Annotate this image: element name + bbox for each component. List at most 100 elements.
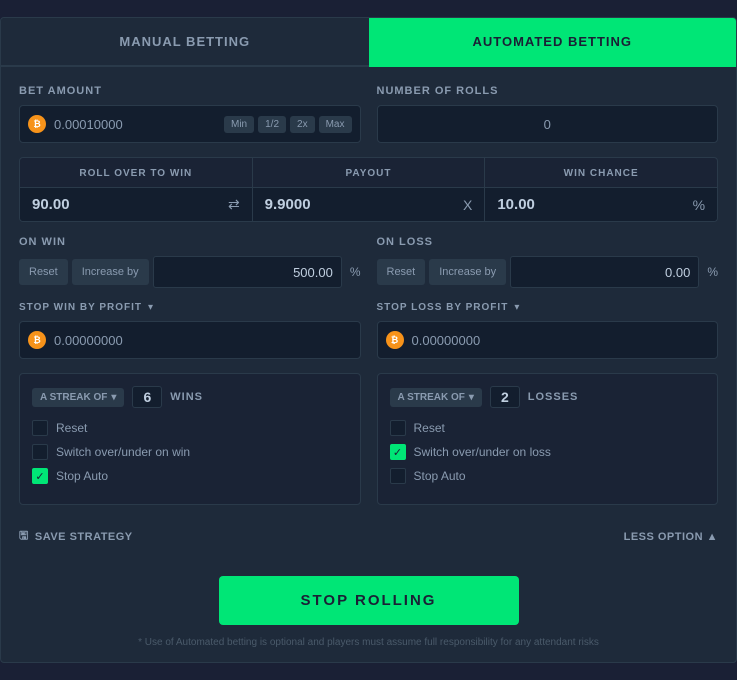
payout-value-row: 9.9000 X [253, 187, 485, 221]
streak-losses-checkbox-switch-row: Switch over/under on loss [390, 444, 706, 460]
bet-amount-buttons: Min 1/2 2x Max [224, 116, 352, 133]
stop-win-chevron-icon[interactable]: ▾ [148, 302, 153, 313]
payout-value: 9.9000 [265, 196, 311, 213]
win-chance-label: WIN CHANCE [564, 158, 639, 187]
streak-losses-reset-checkbox[interactable] [390, 420, 406, 436]
streak-wins-number[interactable]: 6 [132, 386, 162, 408]
on-loss-col: ON LOSS Reset Increase by 0.00 % [377, 236, 719, 288]
tab-auto[interactable]: AUTOMATED BETTING [369, 18, 737, 67]
streak-wins-checkbox-stop-row: Stop Auto [32, 468, 348, 484]
top-row: BET AMOUNT ₿ 0.00010000 Min 1/2 2x Max N… [19, 85, 718, 143]
stop-loss-btc-icon: ₿ [386, 331, 404, 349]
streak-wins-dropdown-label: A STREAK OF [40, 392, 107, 403]
streak-wins-checkbox-reset-row: Reset [32, 420, 348, 436]
on-win-suffix: % [350, 265, 361, 279]
max-button[interactable]: Max [319, 116, 352, 133]
on-loss-value: 0.00 [665, 265, 690, 280]
streak-row: A STREAK OF ▾ 6 WINS Reset Switch over/u… [19, 373, 718, 505]
less-option-label: LESS OPTION ▲ [624, 531, 718, 543]
streak-losses-col: A STREAK OF ▾ 2 LOSSES Reset Switch over… [377, 373, 719, 505]
triple-row: ROLL OVER TO WIN 90.00 ⇄ PAYOUT 9.9000 X… [19, 157, 718, 222]
bet-amount-col: BET AMOUNT ₿ 0.00010000 Min 1/2 2x Max [19, 85, 361, 143]
number-of-rolls-input[interactable]: 0 [377, 105, 719, 143]
double-button[interactable]: 2x [290, 116, 315, 133]
roll-over-label: ROLL OVER TO WIN [79, 158, 192, 187]
streak-wins-header: A STREAK OF ▾ 6 WINS [32, 386, 348, 408]
main-content: BET AMOUNT ₿ 0.00010000 Min 1/2 2x Max N… [1, 67, 736, 568]
on-win-value: 500.00 [293, 265, 333, 280]
roll-over-value: 90.00 [32, 196, 70, 213]
win-loss-row: ON WIN Reset Increase by 500.00 % ON LOS… [19, 236, 718, 288]
streak-losses-number[interactable]: 2 [490, 386, 520, 408]
streak-losses-dropdown-label: A STREAK OF [398, 392, 465, 403]
on-loss-controls: Reset Increase by 0.00 % [377, 256, 719, 288]
on-win-reset-button[interactable]: Reset [19, 259, 68, 285]
streak-wins-col: A STREAK OF ▾ 6 WINS Reset Switch over/u… [19, 373, 361, 505]
streak-wins-checkbox-switch-row: Switch over/under on win [32, 444, 348, 460]
stop-win-btc-icon: ₿ [28, 331, 46, 349]
streak-wins-dropdown[interactable]: A STREAK OF ▾ [32, 388, 124, 407]
streak-wins-type: WINS [170, 391, 203, 403]
roll-over-value-row: 90.00 ⇄ [20, 187, 252, 221]
stop-win-value: 0.00000000 [54, 333, 352, 348]
streak-wins-switch-checkbox[interactable] [32, 444, 48, 460]
streak-wins-stop-checkbox[interactable] [32, 468, 48, 484]
stop-loss-value: 0.00000000 [412, 333, 710, 348]
streak-wins-reset-checkbox[interactable] [32, 420, 48, 436]
roll-over-section: ROLL OVER TO WIN 90.00 ⇄ [20, 158, 252, 221]
streak-losses-header: A STREAK OF ▾ 2 LOSSES [390, 386, 706, 408]
payout-section: PAYOUT 9.9000 X [253, 158, 485, 221]
on-loss-increase-button[interactable]: Increase by [429, 259, 506, 285]
streak-losses-checkbox-stop-row: Stop Auto [390, 468, 706, 484]
bet-amount-label: BET AMOUNT [19, 85, 361, 97]
tab-manual[interactable]: MANUAL BETTING [1, 18, 369, 67]
bottom-bar: 🖫 SAVE STRATEGY LESS OPTION ▲ [19, 519, 718, 558]
on-win-increase-button[interactable]: Increase by [72, 259, 149, 285]
payout-label: PAYOUT [346, 158, 392, 187]
save-strategy-label: SAVE STRATEGY [35, 531, 133, 543]
on-loss-suffix: % [707, 265, 718, 279]
stop-rolling-wrap: STOP ROLLING [1, 568, 736, 637]
streak-losses-dropdown-chevron-icon: ▾ [469, 392, 474, 403]
win-chance-value-row: 10.00 % [485, 187, 717, 221]
stop-win-col: STOP WIN BY PROFIT ▾ ₿ 0.00000000 [19, 302, 361, 359]
payout-icon: X [463, 197, 472, 213]
streak-wins-switch-label: Switch over/under on win [56, 445, 190, 459]
stop-loss-input-row: ₿ 0.00000000 [377, 321, 719, 359]
main-container: MANUAL BETTING AUTOMATED BETTING BET AMO… [0, 17, 737, 663]
save-strategy-button[interactable]: 🖫 SAVE STRATEGY [19, 527, 133, 546]
on-win-input[interactable]: 500.00 [153, 256, 342, 288]
win-chance-section: WIN CHANCE 10.00 % [485, 158, 717, 221]
streak-losses-stop-checkbox[interactable] [390, 468, 406, 484]
save-icon: 🖫 [19, 527, 29, 546]
streak-losses-switch-label: Switch over/under on loss [414, 445, 551, 459]
bet-amount-value: 0.00010000 [54, 117, 224, 132]
stop-row: STOP WIN BY PROFIT ▾ ₿ 0.00000000 STOP L… [19, 302, 718, 359]
streak-wins-reset-label: Reset [56, 421, 87, 435]
bet-amount-input-row: ₿ 0.00010000 Min 1/2 2x Max [19, 105, 361, 143]
half-button[interactable]: 1/2 [258, 116, 286, 133]
on-loss-label: ON LOSS [377, 236, 719, 248]
stop-loss-col: STOP LOSS BY PROFIT ▾ ₿ 0.00000000 [377, 302, 719, 359]
number-of-rolls-label: NUMBER OF ROLLS [377, 85, 719, 97]
stop-win-label: STOP WIN BY PROFIT [19, 302, 142, 313]
roll-over-icon[interactable]: ⇄ [228, 196, 240, 213]
streak-losses-reset-label: Reset [414, 421, 445, 435]
on-loss-reset-button[interactable]: Reset [377, 259, 426, 285]
disclaimer-text: * Use of Automated betting is optional a… [1, 637, 736, 662]
stop-win-label-row: STOP WIN BY PROFIT ▾ [19, 302, 361, 313]
min-button[interactable]: Min [224, 116, 254, 133]
number-of-rolls-value: 0 [544, 117, 551, 132]
streak-losses-type: LOSSES [528, 391, 579, 403]
stop-loss-label: STOP LOSS BY PROFIT [377, 302, 509, 313]
on-win-label: ON WIN [19, 236, 361, 248]
on-loss-input[interactable]: 0.00 [510, 256, 699, 288]
streak-losses-switch-checkbox[interactable] [390, 444, 406, 460]
stop-win-input-row: ₿ 0.00000000 [19, 321, 361, 359]
less-option-button[interactable]: LESS OPTION ▲ [624, 531, 718, 543]
streak-losses-stop-label: Stop Auto [414, 469, 466, 483]
streak-losses-dropdown[interactable]: A STREAK OF ▾ [390, 388, 482, 407]
stop-rolling-button[interactable]: STOP ROLLING [219, 576, 519, 625]
stop-loss-chevron-icon[interactable]: ▾ [514, 302, 519, 313]
on-win-controls: Reset Increase by 500.00 % [19, 256, 361, 288]
